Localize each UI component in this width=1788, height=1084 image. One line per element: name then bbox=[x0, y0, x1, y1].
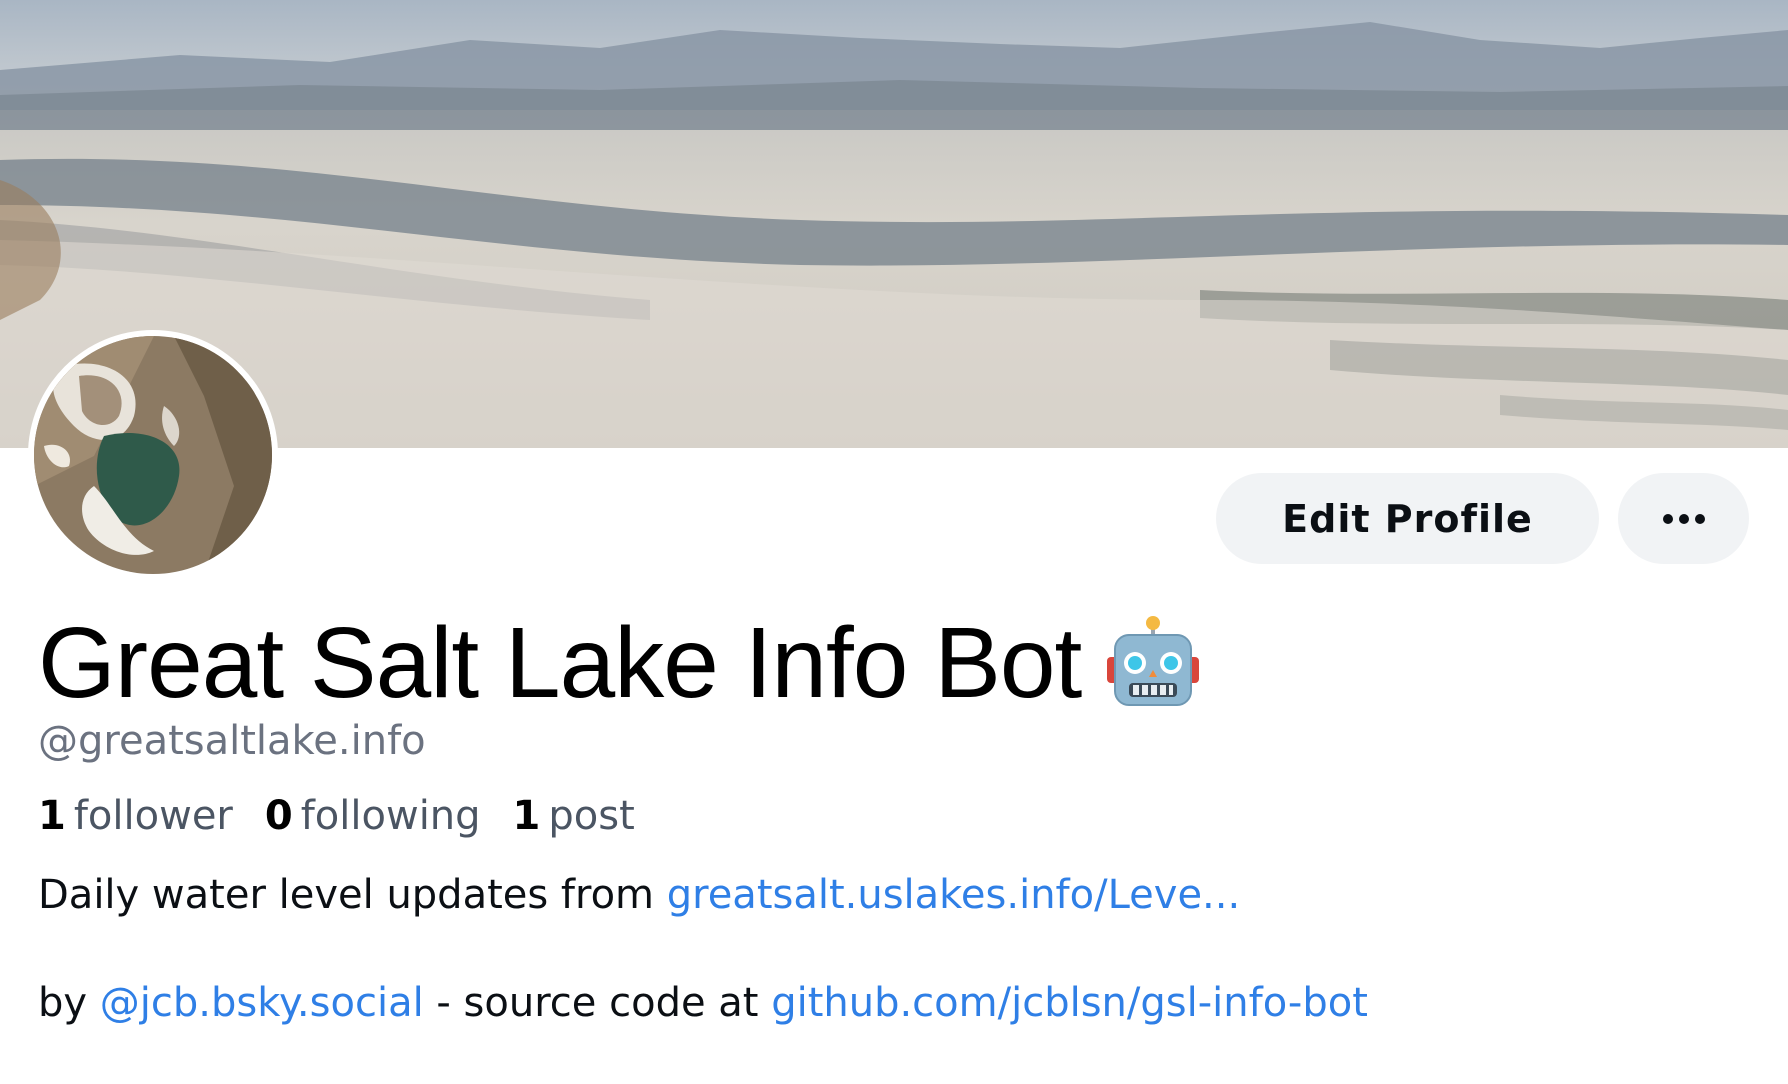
more-options-button[interactable] bbox=[1618, 473, 1749, 564]
followers-label: follower bbox=[73, 793, 233, 839]
bio-text: Daily water level updates from bbox=[38, 872, 667, 918]
water-level-link[interactable]: greatsalt.uslakes.info/Leve... bbox=[667, 872, 1240, 918]
bio-line-2: by @jcb.bsky.social - source code at git… bbox=[38, 980, 1368, 1026]
source-code-link[interactable]: github.com/jcblsn/gsl-info-bot bbox=[771, 980, 1368, 1026]
following-label: following bbox=[300, 793, 481, 839]
ellipsis-icon bbox=[1662, 513, 1706, 525]
bio-source-text: - source code at bbox=[423, 980, 772, 1026]
display-name-text: Great Salt Lake Info Bot bbox=[38, 607, 1082, 719]
posts-stat: 1 post bbox=[513, 793, 635, 839]
edit-profile-label: Edit Profile bbox=[1282, 496, 1533, 541]
robot-icon bbox=[1105, 615, 1201, 711]
followers-count: 1 bbox=[38, 793, 66, 839]
profile-page: Edit Profile Great Salt Lake Info Bot @g… bbox=[0, 0, 1788, 1084]
banner-image[interactable] bbox=[0, 0, 1788, 448]
posts-label: post bbox=[548, 793, 635, 839]
display-name: Great Salt Lake Info Bot bbox=[38, 608, 1201, 718]
profile-handle: @greatsaltlake.info bbox=[38, 718, 426, 764]
author-mention-link[interactable]: @jcb.bsky.social bbox=[100, 980, 424, 1026]
avatar[interactable] bbox=[28, 330, 278, 580]
posts-count: 1 bbox=[512, 793, 541, 839]
bio-line-1: Daily water level updates from greatsalt… bbox=[38, 872, 1240, 918]
bio-by-text: by bbox=[38, 980, 100, 1026]
followers-stat[interactable]: 1 follower bbox=[38, 793, 233, 839]
following-stat[interactable]: 0 following bbox=[265, 793, 481, 839]
following-count: 0 bbox=[264, 793, 293, 839]
edit-profile-button[interactable]: Edit Profile bbox=[1216, 473, 1599, 564]
profile-stats: 1 follower 0 following 1 post bbox=[38, 793, 667, 839]
